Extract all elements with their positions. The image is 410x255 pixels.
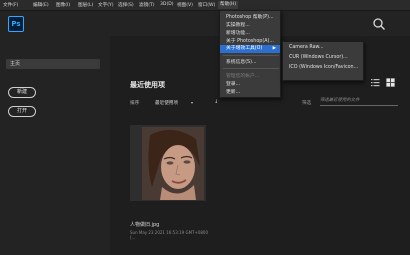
menu-item-whats-new[interactable]: 新增功能... xyxy=(226,29,250,36)
page-title: 最近使用项 xyxy=(130,81,165,89)
menu-image[interactable]: 图像(I) xyxy=(56,2,70,8)
submenu-item-ico[interactable]: ICO (Windows Icon/Favicon... xyxy=(289,65,358,70)
menu-edit[interactable]: 编辑(E) xyxy=(33,2,49,8)
menu-file[interactable]: 文件(F) xyxy=(3,2,18,8)
menu-item-system-info[interactable]: 系统信息(S)... xyxy=(226,58,257,65)
menu-3d[interactable]: 3D(D) xyxy=(160,2,174,7)
menu-filter[interactable]: 滤镜(T) xyxy=(139,2,155,8)
submenu-item-camera-raw[interactable]: Camera Raw... xyxy=(289,45,324,50)
grid-view-icon[interactable] xyxy=(386,78,395,87)
top-bar xyxy=(0,11,410,36)
sort-select[interactable]: 最近使用项 xyxy=(155,100,178,106)
menu-item-updates[interactable]: 更新... xyxy=(226,88,240,95)
menu-divider xyxy=(223,68,279,69)
sidebar-item-home[interactable]: 主页 xyxy=(6,59,100,69)
menu-view[interactable]: 视图(V) xyxy=(177,2,193,8)
menu-layer[interactable]: 图层(L) xyxy=(78,2,93,8)
menu-window[interactable]: 窗口(W) xyxy=(198,2,215,8)
search-icon[interactable] xyxy=(372,17,386,31)
menu-divider xyxy=(223,55,279,56)
menu-item-about-plugins[interactable]: 关于增效工具(O) ▶ xyxy=(220,45,280,53)
sort-label: 排序 xyxy=(130,101,140,106)
menu-item-tutorials[interactable]: 实操教程... xyxy=(226,21,250,28)
menu-select[interactable]: 选择(S) xyxy=(118,2,134,8)
menu-item-manage-account: 管理您的帐户... xyxy=(226,74,260,79)
photoshop-logo[interactable]: Ps xyxy=(8,16,24,32)
menu-item-about-photoshop[interactable]: 关于 Photoshop(A)... xyxy=(226,37,274,44)
menu-item-photoshop-help[interactable]: Photoshop 帮助(P)... xyxy=(226,13,274,20)
menu-item-sign-in[interactable]: 登录... xyxy=(226,80,240,87)
open-button[interactable]: 打开 xyxy=(8,106,36,117)
list-view-icon[interactable] xyxy=(371,78,380,87)
portrait-image[interactable] xyxy=(142,127,204,200)
menu-type[interactable]: 文字(Y) xyxy=(98,2,114,8)
new-button[interactable]: 新建 xyxy=(8,87,36,98)
filter-label: 筛选 xyxy=(302,101,312,106)
plugins-submenu: Camera Raw... CUR (Windows Cursor)... IC… xyxy=(282,41,364,81)
help-menu-dropdown: Photoshop 帮助(P)... 实操教程... 新增功能... 关于 Ph… xyxy=(219,10,281,98)
file-date: Sun May 23 2021 16:53:19 GMT+0800 (... xyxy=(130,230,208,240)
sort-direction-icon[interactable]: ↓ xyxy=(214,99,218,105)
menu-bar: 文件(F) 编辑(E) 图像(I) 图层(L) 文字(Y) 选择(S) 滤镜(T… xyxy=(0,0,410,11)
chevron-down-icon[interactable]: ▾ xyxy=(191,100,193,105)
chevron-right-icon: ▶ xyxy=(272,46,276,51)
menu-item-about-plugins-label: 关于增效工具(O) xyxy=(226,46,263,51)
filter-input[interactable]: 筛选最近使用的文件 xyxy=(320,96,398,106)
menu-help[interactable]: 帮助(H) xyxy=(218,1,239,9)
file-name[interactable]: 人物做旧.jpg xyxy=(130,221,159,228)
submenu-item-cur[interactable]: CUR (Windows Cursor)... xyxy=(289,55,348,60)
